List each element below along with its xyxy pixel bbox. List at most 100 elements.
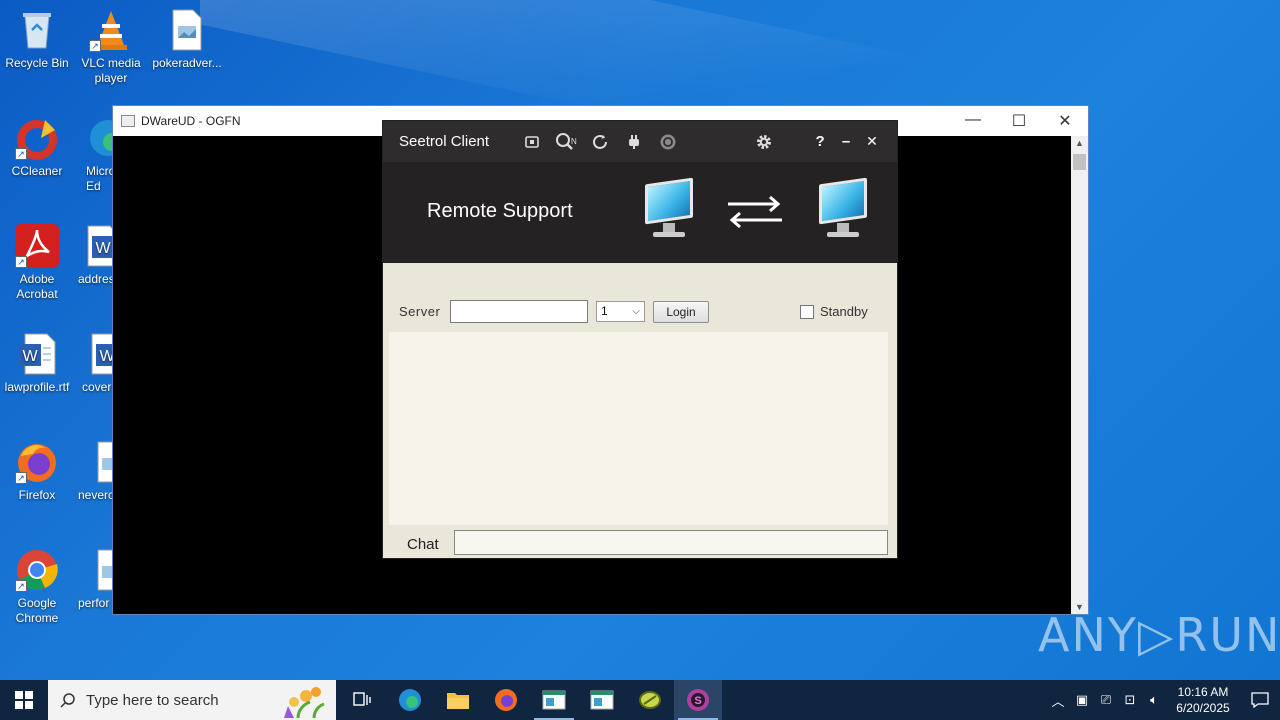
- chevron-up-icon[interactable]: ︿: [1046, 691, 1070, 710]
- tray-device-icon[interactable]: ⎚: [1094, 692, 1118, 708]
- task-view-button[interactable]: [338, 680, 386, 720]
- recycle-bin-icon: [15, 8, 59, 52]
- server-input[interactable]: [450, 300, 588, 323]
- desktop-icon-label: Firefox: [18, 488, 56, 502]
- window-app-icon: [590, 690, 614, 710]
- transfer-arrows-icon: [726, 194, 784, 234]
- minimize-icon[interactable]: –: [833, 129, 859, 155]
- desktop-icon-label: pokeradver...: [152, 56, 222, 70]
- gear-icon[interactable]: [751, 129, 777, 155]
- taskbar-app-3[interactable]: [626, 680, 674, 720]
- taskbar-edge[interactable]: [386, 680, 434, 720]
- select-value: 1: [601, 304, 608, 318]
- screen-icon[interactable]: [519, 129, 545, 155]
- chevron-down-icon: ⌵: [632, 306, 640, 317]
- search-id-icon[interactable]: N: [553, 129, 579, 155]
- clock-time: 10:16 AM: [1177, 685, 1229, 699]
- desktop-icon-perfor[interactable]: perfor: [74, 548, 114, 611]
- close-button[interactable]: ✕: [1042, 111, 1088, 131]
- seetrol-client-window[interactable]: Seetrol Client N ? – ✕ Remote Support Se…: [382, 120, 898, 559]
- scroll-thumb[interactable]: [1073, 154, 1086, 170]
- svg-text:N: N: [571, 137, 577, 146]
- desktop-icon-ccleaner[interactable]: ↗ CCleaner: [0, 116, 74, 179]
- desktop-icon-adobe-acrobat[interactable]: ↗ Adobe Acrobat: [0, 224, 74, 302]
- dwareud-title: DWareUD - OGFN: [141, 114, 241, 128]
- taskbar-app-window-1[interactable]: [530, 680, 578, 720]
- taskbar: Type here to search S ︿ ▣ ⎚ ⊡ 🔈︎ 10:16 A…: [0, 680, 1280, 720]
- desktop-icon-vlc[interactable]: ↗ VLC media player: [74, 8, 148, 86]
- search-icon: [60, 693, 75, 708]
- seetrol-titlebar[interactable]: Seetrol Client N ? – ✕: [383, 121, 897, 162]
- word-doc-icon: W: [78, 224, 114, 268]
- close-icon[interactable]: ✕: [859, 129, 885, 155]
- svg-text:S: S: [694, 695, 701, 707]
- start-button[interactable]: [0, 680, 48, 720]
- desktop-icon-firefox[interactable]: ↗ Firefox: [0, 440, 74, 503]
- banner-title: Remote Support: [427, 200, 573, 222]
- firefox-icon: ↗: [15, 440, 59, 484]
- desktop-icon-label: VLC media player: [81, 56, 141, 85]
- svg-text:W: W: [95, 240, 111, 257]
- desktop-icon-neverc[interactable]: neverc: [74, 440, 114, 503]
- desktop-icon-recycle-bin[interactable]: Recycle Bin: [0, 8, 74, 71]
- vlc-cone-icon: ↗: [89, 8, 133, 52]
- notification-icon: [1251, 692, 1269, 708]
- search-placeholder: Type here to search: [86, 691, 219, 709]
- desktop-icon-label: lawprofile.rtf: [4, 380, 70, 394]
- app-window-icon: [121, 115, 135, 127]
- desktop-icon-pokeradver[interactable]: pokeradver...: [150, 8, 224, 71]
- taskbar-clock[interactable]: 10:16 AM 6/20/2025: [1166, 684, 1240, 716]
- taskbar-seetrol[interactable]: S: [674, 680, 722, 720]
- desktop-icon-label: Micro Ed: [86, 164, 114, 193]
- tray-app-icon[interactable]: ▣: [1070, 692, 1094, 708]
- seetrol-app-icon: S: [687, 689, 709, 711]
- help-icon[interactable]: ?: [807, 129, 833, 155]
- local-monitor-icon: [639, 177, 699, 241]
- message-log-area[interactable]: [389, 332, 888, 525]
- svg-text:W: W: [22, 348, 38, 365]
- system-tray: ︿ ▣ ⎚ ⊡ 🔈︎ 10:16 AM 6/20/2025: [1046, 680, 1280, 720]
- desktop-icon-google-chrome[interactable]: ↗ Google Chrome: [0, 548, 74, 626]
- search-highlight-flowers-icon: [284, 687, 325, 718]
- desktop-icon-cover-doc[interactable]: W cover: [74, 332, 114, 395]
- word-doc-icon: W: [82, 332, 114, 376]
- desktop-icon-label: neverc: [78, 488, 114, 502]
- chrome-icon: ↗: [15, 548, 59, 592]
- scroll-up-arrow-icon[interactable]: ▲: [1071, 138, 1088, 148]
- chat-label: Chat: [407, 536, 439, 553]
- server-label: Server: [399, 304, 441, 319]
- desktop-icon-lawprofile[interactable]: W lawprofile.rtf: [0, 332, 74, 395]
- desktop-icon-label: perfor: [78, 596, 110, 610]
- taskbar-firefox[interactable]: [482, 680, 530, 720]
- taskbar-app-window-2[interactable]: [578, 680, 626, 720]
- word-doc-icon: W: [15, 332, 59, 376]
- edge-icon: [399, 689, 421, 711]
- remote-monitor-icon: [813, 177, 873, 241]
- volume-icon[interactable]: 🔈︎: [1142, 692, 1166, 708]
- plug-icon[interactable]: [621, 129, 647, 155]
- image-file-icon: [78, 548, 114, 592]
- ccleaner-icon: ↗: [15, 116, 59, 160]
- record-icon[interactable]: [655, 129, 681, 155]
- desktop-icon-label: CCleaner: [11, 164, 63, 178]
- taskbar-file-explorer[interactable]: [434, 680, 482, 720]
- server-number-select[interactable]: 1 ⌵: [596, 301, 645, 322]
- standby-checkbox[interactable]: [800, 305, 814, 319]
- network-icon[interactable]: ⊡: [1118, 692, 1142, 708]
- seetrol-title: Seetrol Client: [399, 133, 490, 150]
- login-button[interactable]: Login: [653, 301, 709, 323]
- maximize-button[interactable]: ☐: [996, 111, 1042, 131]
- notification-center-button[interactable]: [1240, 680, 1280, 720]
- acrobat-icon: ↗: [15, 224, 59, 268]
- vertical-scrollbar[interactable]: ▲ ▼: [1071, 136, 1088, 614]
- desktop-icon-edge[interactable]: Micro Ed: [74, 116, 114, 194]
- desktop-icon-address-doc[interactable]: W addres: [74, 224, 114, 287]
- anyrun-watermark: ANY▷RUN: [1038, 608, 1280, 662]
- taskbar-search-box[interactable]: Type here to search: [48, 680, 336, 720]
- refresh-icon[interactable]: [587, 129, 613, 155]
- lime-app-icon: [639, 691, 661, 709]
- windows-logo-icon: [15, 691, 33, 709]
- image-file-icon: [78, 440, 114, 484]
- chat-input[interactable]: [454, 530, 888, 555]
- minimize-button[interactable]: —: [950, 111, 996, 131]
